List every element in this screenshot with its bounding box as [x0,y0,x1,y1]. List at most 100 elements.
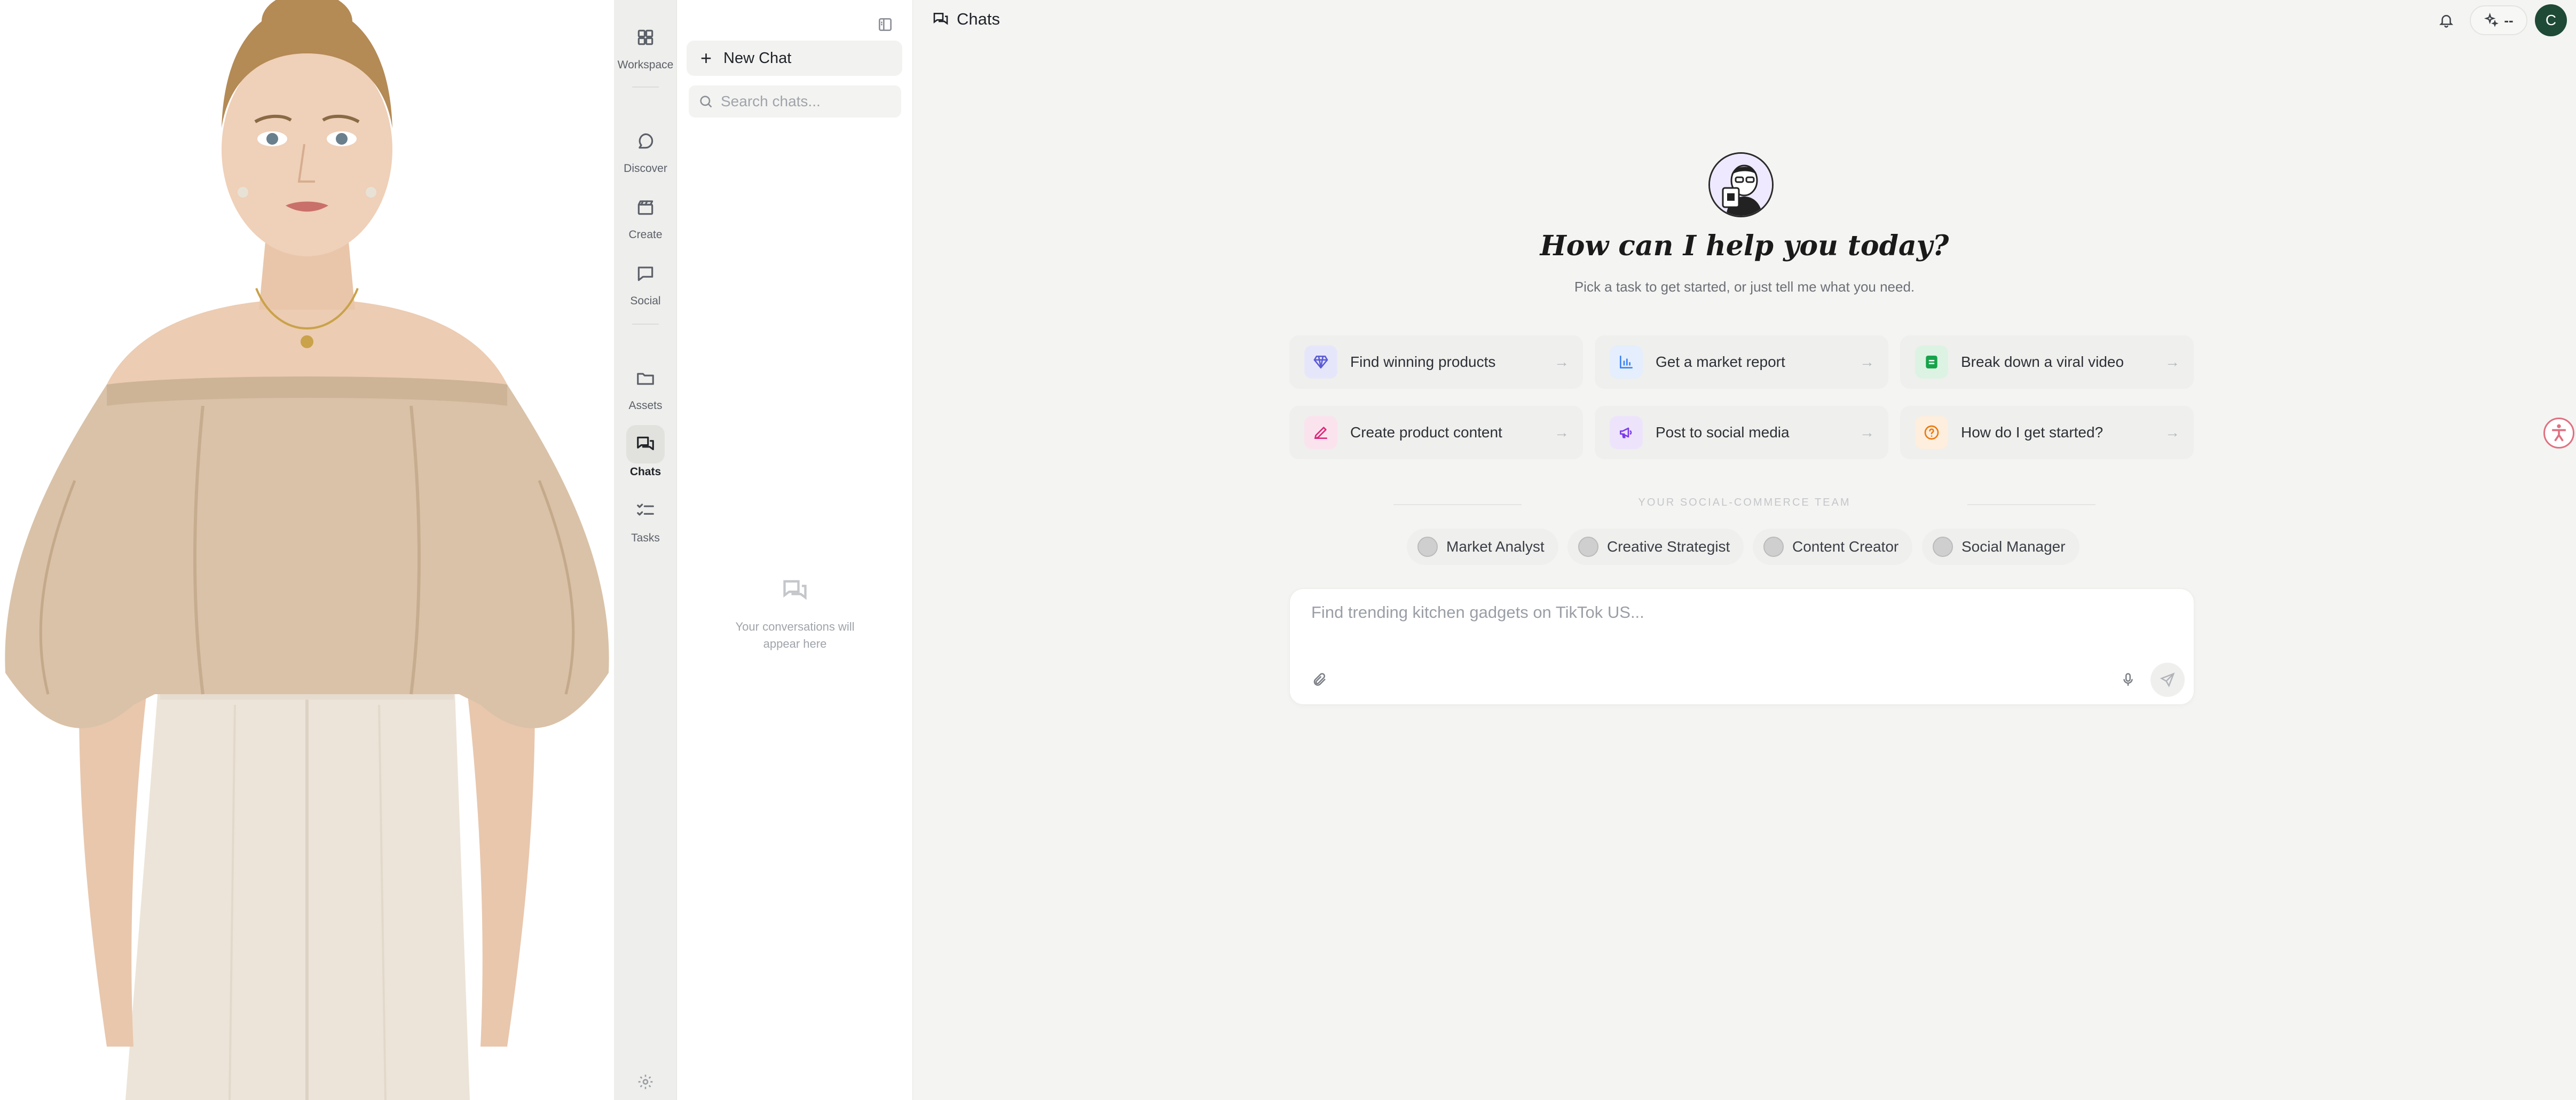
team-member-name: Creative Strategist [1607,538,1730,555]
task-card-get-a-market-report[interactable]: Get a market report → [1595,335,1888,389]
team-chip-creative-strategist[interactable]: Creative Strategist [1567,529,1744,565]
message-input[interactable] [1311,603,2144,646]
hero-title: How can I help you today? [1540,230,1949,262]
task-card-post-to-social-media[interactable]: Post to social media → [1595,406,1888,459]
hero-subtitle: Pick a task to get started, or just tell… [1574,279,1915,295]
arrow-right-icon: → [1860,353,1874,370]
rail-label: Social [630,295,661,307]
notifications-button[interactable] [2435,9,2458,32]
rail-item-assets[interactable]: Assets [619,357,672,415]
task-card-create-product-content[interactable]: Create product content → [1289,406,1583,459]
icon-rail: Workspace Discover Create Social Assets … [614,0,677,1100]
rail-label: Workspace [617,59,674,71]
chats-icon [933,13,948,25]
accessibility-icon [2552,424,2566,442]
team-member-avatar [1417,537,1438,557]
rail-label: Tasks [631,532,660,544]
message-composer [1289,588,2194,705]
team-member-name: Market Analyst [1446,538,1545,555]
team-member-avatar [1763,537,1784,557]
attach-button[interactable] [1308,668,1332,692]
chat-sidebar: + New Chat Your conversations will appea… [677,0,913,1100]
rail-label: Discover [624,162,667,175]
task-card-label: Find winning products [1350,353,1496,370]
new-chat-label: New Chat [723,49,792,67]
chats-icon [783,580,807,600]
rail-item-discover[interactable]: Discover [619,120,672,178]
new-chat-button[interactable]: + New Chat [687,41,902,76]
grid-icon [637,29,653,45]
search-icon [700,96,712,108]
rail-item-create[interactable]: Create [619,186,672,245]
sparkles-icon [2484,13,2499,27]
collapse-sidebar-button[interactable] [875,14,896,35]
credits-button[interactable]: -- [2470,5,2527,35]
page-title: Chats [932,10,1000,29]
empty-state-text: Your conversations will appear here [735,620,855,650]
task-card-label: Break down a viral video [1961,353,2124,370]
task-card-find-winning-products[interactable]: Find winning products → [1289,335,1583,389]
task-card-label: Post to social media [1656,424,1790,441]
credits-value: -- [2504,12,2514,28]
team-member-name: Social Manager [1961,538,2066,555]
arrow-right-icon: → [2165,353,2180,370]
team-chip-content-creator[interactable]: Content Creator [1753,529,1913,565]
microphone-button[interactable] [2116,668,2140,692]
team-chip-social-manager[interactable]: Social Manager [1922,529,2079,565]
arrow-right-icon: → [2165,424,2180,441]
rail-label: Assets [628,399,663,412]
rail-item-workspace[interactable]: Workspace [617,16,674,75]
chat-bubble-icon [639,133,653,149]
plus-icon: + [700,47,712,69]
send-icon [2160,672,2175,688]
sidebar-toggle-icon [879,18,892,31]
task-card-how-do-i-get-started[interactable]: How do I get started? → [1900,406,2194,459]
team-section-label: YOUR SOCIAL-COMMERCE TEAM [1638,497,1851,508]
send-button[interactable] [2150,663,2185,697]
rail-item-tasks[interactable]: Tasks [619,489,672,548]
question-circle-icon [1924,425,1939,440]
arrow-right-icon: → [1554,353,1569,370]
paperclip-icon [1313,673,1326,686]
pencil-icon [1314,427,1327,439]
accessibility-widget-button[interactable] [2543,418,2574,449]
assistant-avatar-icon [1710,154,1772,216]
rail-divider [632,87,659,88]
gear-icon [638,1074,653,1089]
film-icon [1926,356,1937,368]
clapperboard-icon [637,200,653,215]
rail-divider [632,324,659,325]
megaphone-icon [1620,427,1632,438]
user-avatar[interactable]: C [2535,4,2567,36]
task-card-label: Create product content [1350,424,1502,441]
search-input[interactable] [721,93,892,110]
team-member-avatar [1933,537,1953,557]
list-checks-icon [637,504,654,516]
assistant-logo [1708,152,1774,217]
settings-button[interactable] [634,1070,657,1094]
rail-item-social[interactable]: Social [619,252,672,311]
arrow-right-icon: → [1860,424,1874,441]
task-card-label: Get a market report [1656,353,1785,370]
page-title-text: Chats [957,10,1000,28]
rail-label: Chats [629,466,661,478]
team-chip-market-analyst[interactable]: Market Analyst [1407,529,1558,565]
task-card-label: How do I get started? [1961,424,2104,441]
empty-state: Your conversations will appear here [677,577,913,653]
search-box [689,85,901,117]
diamond-icon [1313,356,1328,368]
team-member-avatar [1578,537,1598,557]
rail-label: Create [628,229,663,241]
folder-icon [637,373,654,385]
product-photo [0,0,614,1100]
bell-icon [2439,15,2454,28]
task-card-break-down-a-viral-video[interactable]: Break down a viral video → [1900,335,2194,389]
bar-chart-icon [1620,356,1633,368]
chats-icon [637,436,654,451]
arrow-right-icon: → [1554,424,1569,441]
microphone-icon [2123,673,2133,686]
team-member-name: Content Creator [1792,538,1899,555]
main-area: Chats -- C How can I help you today? Pic… [913,0,2576,1100]
message-square-icon [637,266,653,281]
rail-item-chats[interactable]: Chats [619,423,672,482]
